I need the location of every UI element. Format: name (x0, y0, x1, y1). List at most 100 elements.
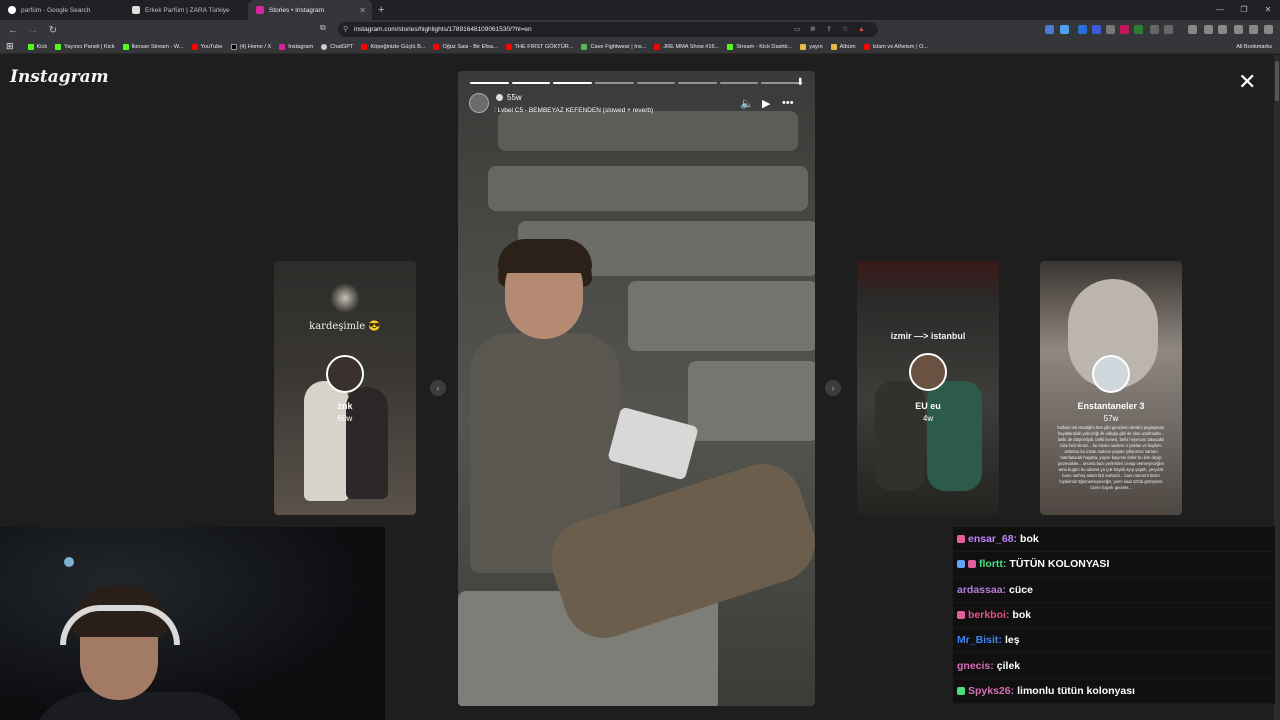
volume-icon[interactable]: 🔈 (740, 97, 754, 110)
backpack-shape (927, 381, 982, 491)
story-time: 55w (507, 93, 522, 102)
card-quote-text: halbuki tek istediğim tüm gibi gençlerin… (1057, 425, 1165, 490)
apps-grid-icon[interactable]: ⊞ (6, 41, 14, 52)
active-story[interactable]: ⬇ 55w ⫶ Lvbel C5 - BEMBEYAZ KEFENDEN (sl… (458, 71, 815, 706)
extension-icon[interactable] (1106, 25, 1115, 34)
bookmark-item[interactable]: Islam vs Atheism | O... (863, 43, 928, 50)
tab-search-icon[interactable] (1218, 25, 1227, 34)
bookmark-item[interactable]: Stream - Kick Dashb... (727, 43, 792, 50)
instagram-favicon-icon (256, 6, 264, 14)
profile-icon[interactable] (1249, 25, 1258, 34)
card-age: 4w (922, 414, 934, 423)
bookmark-item[interactable]: Kick (27, 43, 47, 50)
story-progress-bar (470, 82, 800, 84)
avatar[interactable] (469, 93, 489, 113)
back-button[interactable]: ← (6, 25, 20, 36)
extension-icon[interactable] (1045, 25, 1054, 34)
maximize-button[interactable]: ❐ (1232, 0, 1256, 20)
card-username: Enstantaneler 3 (1077, 401, 1145, 411)
download-icon[interactable]: ⬇ (796, 77, 804, 88)
bookmark-star-icon[interactable]: ⧉ (320, 23, 326, 33)
extension-icon[interactable] (1120, 25, 1129, 34)
moon-glow (330, 283, 360, 313)
close-icon[interactable]: ✕ (1238, 71, 1256, 93)
extension-icon[interactable] (1092, 25, 1101, 34)
bookmark-item[interactable]: Köpeğinizle Güçlü B... (361, 43, 425, 50)
chat-badge-icon (957, 611, 965, 620)
chat-badge-icon (957, 686, 965, 695)
story-card-left[interactable]: kardeşimle 😎 znk 60w (274, 261, 416, 515)
zoom-icon[interactable]: ⊕ (810, 22, 816, 37)
extensions-puzzle-icon[interactable] (1234, 25, 1243, 34)
bookmark-star-icon[interactable]: ☆ (842, 22, 848, 37)
close-tab-icon[interactable]: ✕ (359, 6, 366, 15)
story-card-right-1[interactable]: izmir —> istanbul EU eu 4w (857, 261, 999, 515)
card-age: 60w (337, 414, 353, 423)
bookmark-folder[interactable]: Albüm (830, 43, 856, 50)
new-tab-button[interactable]: + (378, 4, 384, 16)
reload-button[interactable]: ↻ (46, 25, 60, 36)
forward-button[interactable]: → (26, 25, 40, 36)
tab-strip: parfüm - Google Search Erkek Parfüm | ZA… (0, 0, 1280, 20)
bookmark-item[interactable]: İkinsan Stream - W... (122, 43, 184, 50)
extension-icon[interactable] (1164, 25, 1173, 34)
site-info-icon[interactable]: ⚲ (343, 22, 348, 37)
backpack-shape (875, 381, 925, 491)
tab-zara[interactable]: Erkek Parfüm | ZARA Türkiye (124, 0, 248, 20)
extension-icon[interactable] (1078, 25, 1087, 34)
bookmark-item[interactable]: JRE MMA Show #16... (654, 43, 719, 50)
play-icon[interactable]: ▶ (762, 97, 770, 110)
more-options-icon[interactable]: ••• (782, 97, 794, 109)
person-figure (304, 381, 349, 501)
share-icon[interactable]: ⇪ (826, 22, 832, 37)
extension-warning-icon[interactable]: ▲ (858, 22, 865, 37)
story-song[interactable]: ⫶ Lvbel C5 - BEMBEYAZ KEFENDEN (slowed +… (494, 107, 653, 115)
chat-message: berkboi: bok (953, 602, 1275, 629)
verified-icon (496, 94, 503, 101)
close-window-button[interactable]: ✕ (1256, 0, 1280, 20)
chat-badge-icon (957, 560, 965, 569)
extension-icon[interactable] (1150, 25, 1159, 34)
bookmark-item[interactable]: (4) Home / X (230, 43, 271, 50)
chat-message: Mr_Bisit: leş (953, 628, 1275, 654)
headset (60, 605, 180, 645)
address-bar[interactable]: ⚲ instagram.com/stories/highlights/17891… (338, 22, 878, 37)
bookmark-item[interactable]: ChatGPT (321, 43, 353, 50)
all-bookmarks-folder[interactable]: All Bookmarks (1236, 44, 1272, 50)
stream-chat: ensar_68: bok flortt: TÜTÜN KOLONYASI arda… (953, 527, 1275, 707)
extension-icon[interactable] (1134, 25, 1143, 34)
tab-google-search[interactable]: parfüm - Google Search (0, 0, 124, 20)
instagram-story-viewer: Instagram ✕ kardeşimle 😎 znk 60w ‹ › ⬇ 5… (0, 55, 1280, 720)
chat-message: ardassaa: cüce (953, 577, 1275, 603)
minimize-button[interactable]: — (1208, 0, 1232, 20)
chat-message: flortt: TÜTÜN KOLONYASI (953, 552, 1275, 578)
bookmark-item[interactable]: YouTube (191, 43, 223, 50)
instagram-logo[interactable]: Instagram (10, 67, 109, 87)
bookmarks-bar: ⊞ Kick Yayıncı Paneli | Kick İkinsan Str… (0, 40, 1280, 54)
bookmark-folder[interactable]: yayın (800, 43, 823, 50)
card-title: kardeşimle 😎 (309, 321, 381, 332)
reading-list-icon[interactable] (1204, 25, 1213, 34)
chat-message: Spyks26: limonlu tütün kolonyası (953, 678, 1275, 705)
card-age: 57w (1103, 414, 1119, 423)
bookmark-item[interactable]: Instagram (279, 43, 313, 50)
bookmark-item[interactable]: Oğuz Sasi - Bir Efsa... (433, 43, 498, 50)
window-controls: — ❐ ✕ (1208, 0, 1280, 20)
media-icon[interactable] (1188, 25, 1197, 34)
white-bag (607, 406, 699, 481)
bookmark-item[interactable]: Cave Fightwear | Ins... (581, 43, 646, 50)
bookmark-item[interactable]: Yayıncı Paneli | Kick (55, 43, 115, 50)
bookmark-item[interactable]: THE FIRST GÖKTÜR... (505, 43, 573, 50)
extension-icon[interactable] (1060, 25, 1069, 34)
chat-message: gnecis: çilek (953, 653, 1275, 679)
next-story-button[interactable]: › (825, 380, 841, 396)
cast-icon[interactable]: ▭ (794, 22, 801, 37)
avatar (1092, 355, 1130, 393)
menu-icon[interactable] (1264, 25, 1273, 34)
chat-badge-icon (957, 535, 965, 544)
webcam-overlay (0, 527, 385, 720)
card-username: EU eu (915, 401, 941, 411)
previous-story-button[interactable]: ‹ (430, 380, 446, 396)
story-card-right-2[interactable]: Enstantaneler 3 57w halbuki tek istediği… (1040, 261, 1182, 515)
tab-instagram-stories[interactable]: Stories • Instagram ✕ (248, 0, 372, 20)
